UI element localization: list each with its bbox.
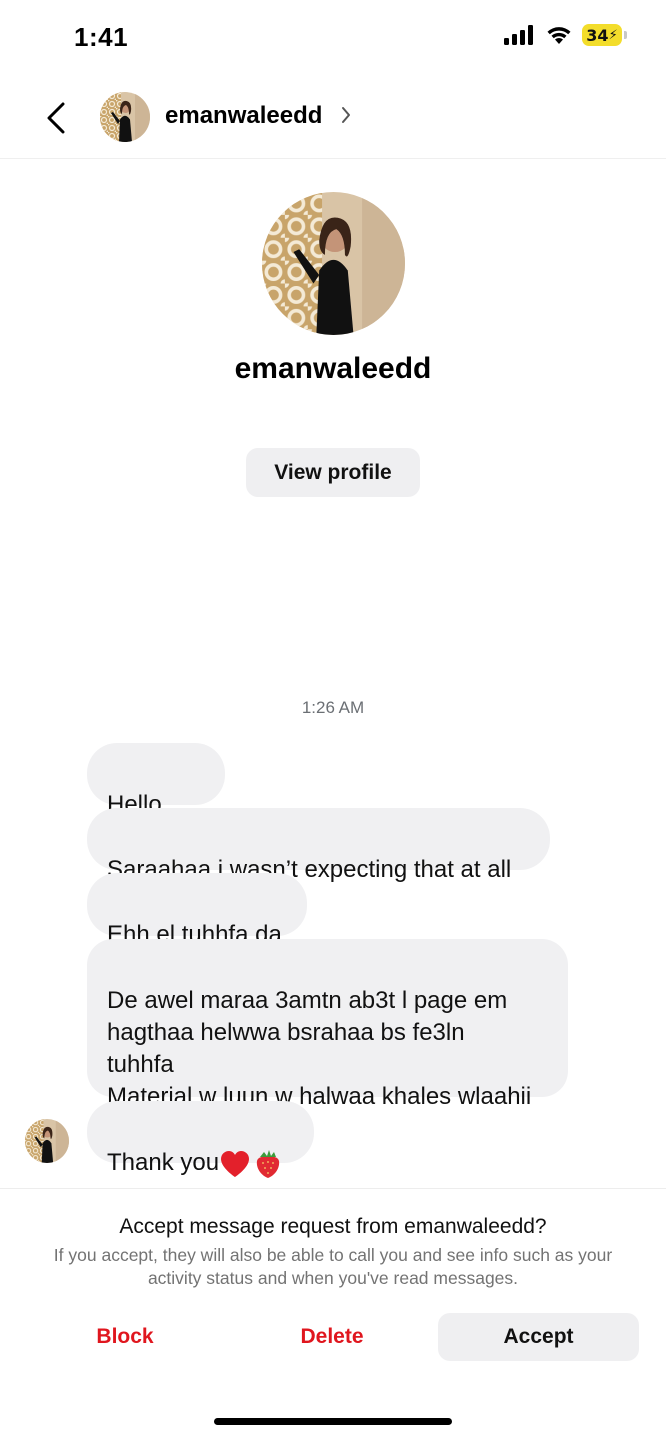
view-profile-button[interactable]: View profile <box>246 448 420 497</box>
status-time: 1:41 <box>74 22 129 52</box>
back-button[interactable] <box>38 98 74 138</box>
message-request-panel: Accept message request from emanwaleedd?… <box>0 1188 666 1441</box>
message-bubble[interactable]: Ehh el tuhhfa da <box>87 873 307 948</box>
profile-username: emanwaleedd <box>234 352 432 385</box>
request-title: Accept message request from emanwaleedd? <box>119 1215 547 1238</box>
status-bar: 1:41 34 ⚡ <box>0 0 666 80</box>
status-icons: 34 ⚡ <box>504 24 627 46</box>
chevron-left-icon <box>47 102 65 134</box>
avatar-photo <box>100 92 150 142</box>
cellular-signal-icon <box>504 25 533 45</box>
delete-button[interactable]: Delete <box>256 1313 408 1361</box>
block-button[interactable]: Block <box>50 1313 200 1361</box>
accept-button[interactable]: Accept <box>438 1313 639 1361</box>
message-bubble[interactable]: Hello <box>87 743 225 851</box>
request-description: If you accept, they will also be able to… <box>53 1245 613 1288</box>
red-heart-icon <box>221 1150 250 1177</box>
conversation-header: emanwaleedd <box>0 80 666 159</box>
message-text: De awel maraa 3amtn ab3t l page em hagth… <box>107 987 532 1110</box>
profile-photo <box>262 192 405 335</box>
charging-bolt-icon: ⚡ <box>608 27 618 43</box>
message-text: Thank you <box>107 1149 220 1176</box>
home-indicator[interactable] <box>214 1418 452 1425</box>
message-bubble[interactable]: De awel maraa 3amtn ab3t l page em hagth… <box>87 939 568 1110</box>
message-bubble[interactable]: Thank you <box>87 1101 314 1178</box>
battery-level: 34 <box>586 25 609 45</box>
avatar-photo <box>25 1119 69 1163</box>
sender-avatar[interactable] <box>25 1119 69 1163</box>
battery-icon: 34 ⚡ <box>582 24 627 46</box>
header-avatar[interactable] <box>100 92 150 142</box>
chevron-right-icon[interactable] <box>340 105 352 125</box>
strawberry-icon <box>256 1149 280 1178</box>
header-username[interactable]: emanwaleedd <box>165 102 322 130</box>
profile-avatar[interactable] <box>262 192 405 335</box>
message-bubble[interactable]: Saraahaa i wasn’t expecting that at all <box>87 808 550 883</box>
message-timestamp: 1:26 AM <box>301 698 365 717</box>
wifi-icon <box>547 27 571 44</box>
